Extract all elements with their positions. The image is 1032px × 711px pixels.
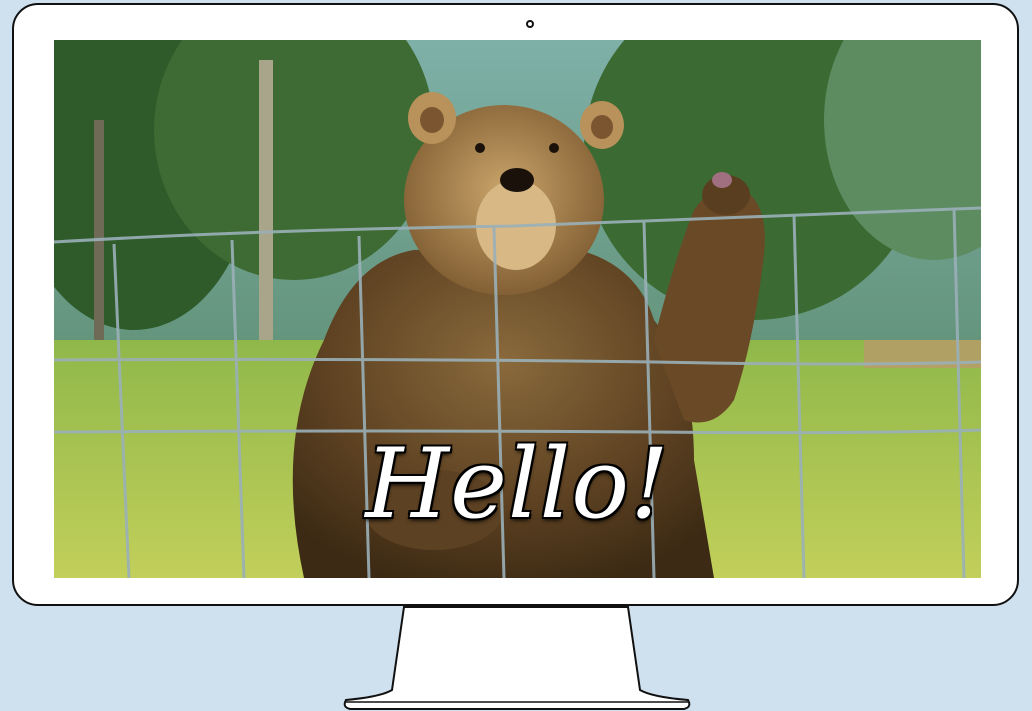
camera-dot-icon — [526, 20, 534, 28]
screen-image: Hello! — [54, 40, 981, 578]
hello-caption: Hello! — [365, 428, 670, 540]
monitor-illustration: Hello! — [0, 0, 1032, 711]
